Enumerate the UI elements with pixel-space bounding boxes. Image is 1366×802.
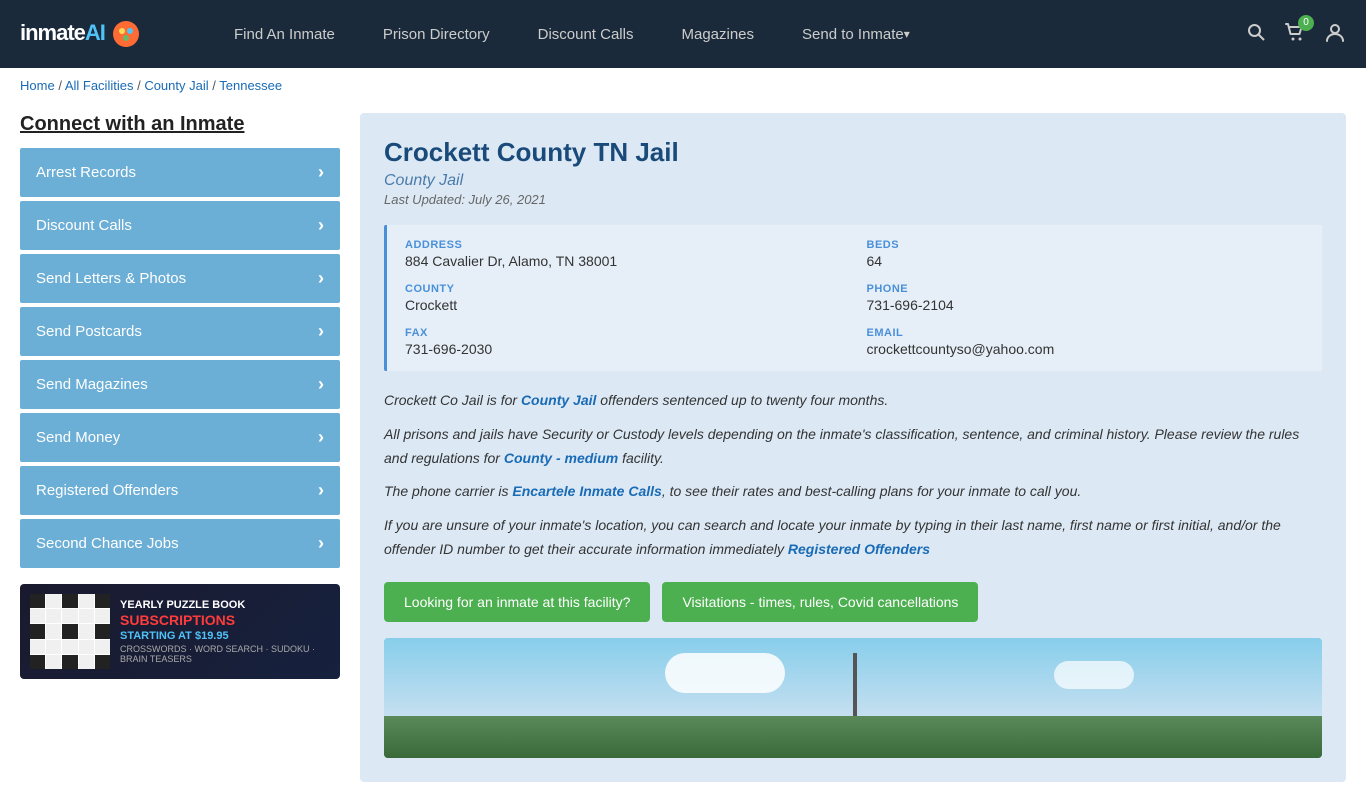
info-phone: PHONE 731-696-2104 bbox=[867, 283, 1309, 313]
nav-discount-calls[interactable]: Discount Calls bbox=[514, 0, 658, 68]
logo-ai-text: AI bbox=[85, 20, 105, 45]
facility-content: Crockett County TN Jail County Jail Last… bbox=[360, 113, 1346, 782]
ad-line3: STARTING AT $19.95 bbox=[120, 630, 330, 642]
ad-puzzle-image bbox=[30, 594, 110, 669]
sidebar-item-second-chance-jobs[interactable]: Second Chance Jobs › bbox=[20, 519, 340, 568]
sidebar-arrow-6: › bbox=[318, 480, 324, 501]
address-value: 884 Cavalier Dr, Alamo, TN 38001 bbox=[405, 253, 847, 269]
facility-updated: Last Updated: July 26, 2021 bbox=[384, 192, 1322, 207]
sidebar-title: Connect with an Inmate bbox=[20, 113, 340, 136]
link-encartele[interactable]: Encartele Inmate Calls bbox=[512, 483, 661, 499]
logo-inmate-text: inmate bbox=[20, 20, 85, 45]
logo-icon bbox=[112, 20, 140, 48]
cart-badge: 0 bbox=[1298, 15, 1314, 31]
address-label: ADDRESS bbox=[405, 239, 847, 251]
sidebar-arrow-1: › bbox=[318, 215, 324, 236]
sidebar-item-send-money[interactable]: Send Money › bbox=[20, 413, 340, 462]
photo-sky bbox=[384, 638, 1322, 716]
nav-send-to-inmate[interactable]: Send to Inmate bbox=[778, 0, 934, 68]
sidebar-arrow-0: › bbox=[318, 162, 324, 183]
info-grid: ADDRESS 884 Cavalier Dr, Alamo, TN 38001… bbox=[405, 239, 1308, 357]
info-section: ADDRESS 884 Cavalier Dr, Alamo, TN 38001… bbox=[384, 225, 1322, 371]
looking-for-inmate-button[interactable]: Looking for an inmate at this facility? bbox=[384, 582, 650, 622]
sidebar-arrow-7: › bbox=[318, 533, 324, 554]
desc-4: If you are unsure of your inmate's locat… bbox=[384, 514, 1322, 562]
sidebar-item-discount-calls[interactable]: Discount Calls › bbox=[20, 201, 340, 250]
desc-3: The phone carrier is Encartele Inmate Ca… bbox=[384, 480, 1322, 504]
link-county-medium[interactable]: County - medium bbox=[504, 450, 618, 466]
cloud-1 bbox=[665, 653, 785, 693]
main-nav: Find An Inmate Prison Directory Discount… bbox=[210, 0, 1216, 68]
beds-label: BEDS bbox=[867, 239, 1309, 251]
info-address: ADDRESS 884 Cavalier Dr, Alamo, TN 38001 bbox=[405, 239, 847, 269]
user-icon[interactable] bbox=[1324, 21, 1346, 48]
sidebar-arrow-5: › bbox=[318, 427, 324, 448]
info-county: COUNTY Crockett bbox=[405, 283, 847, 313]
desc-1: Crockett Co Jail is for County Jail offe… bbox=[384, 389, 1322, 413]
beds-value: 64 bbox=[867, 253, 1309, 269]
ad-text: YEARLY PUZZLE BOOK SUBSCRIPTIONS STARTIN… bbox=[120, 599, 330, 664]
cloud-2 bbox=[1054, 661, 1134, 689]
phone-label: PHONE bbox=[867, 283, 1309, 295]
link-county-jail[interactable]: County Jail bbox=[521, 392, 596, 408]
action-buttons: Looking for an inmate at this facility? … bbox=[384, 582, 1322, 622]
info-fax: FAX 731-696-2030 bbox=[405, 327, 847, 357]
fax-label: FAX bbox=[405, 327, 847, 339]
sidebar-item-registered-offenders[interactable]: Registered Offenders › bbox=[20, 466, 340, 515]
ad-line2: SUBSCRIPTIONS bbox=[120, 613, 330, 628]
county-value: Crockett bbox=[405, 297, 847, 313]
link-registered-offenders[interactable]: Registered Offenders bbox=[788, 541, 930, 557]
cart-icon[interactable]: 0 bbox=[1284, 21, 1306, 48]
email-value: crockettcountyso@yahoo.com bbox=[867, 341, 1309, 357]
facility-title: Crockett County TN Jail bbox=[384, 137, 1322, 168]
sidebar-item-send-postcards[interactable]: Send Postcards › bbox=[20, 307, 340, 356]
sidebar-item-arrest-records[interactable]: Arrest Records › bbox=[20, 148, 340, 197]
email-label: EMAIL bbox=[867, 327, 1309, 339]
sidebar: Connect with an Inmate Arrest Records › … bbox=[20, 113, 340, 782]
nav-prison-directory[interactable]: Prison Directory bbox=[359, 0, 514, 68]
sidebar-item-send-magazines[interactable]: Send Magazines › bbox=[20, 360, 340, 409]
info-beds: BEDS 64 bbox=[867, 239, 1309, 269]
ad-line4: CROSSWORDS · WORD SEARCH · SUDOKU · BRAI… bbox=[120, 644, 330, 664]
search-icon[interactable] bbox=[1246, 22, 1266, 47]
main-container: Connect with an Inmate Arrest Records › … bbox=[0, 103, 1366, 802]
info-email: EMAIL crockettcountyso@yahoo.com bbox=[867, 327, 1309, 357]
facility-subtitle: County Jail bbox=[384, 172, 1322, 190]
nav-magazines[interactable]: Magazines bbox=[657, 0, 778, 68]
logo[interactable]: inmateAI bbox=[20, 20, 180, 48]
header-icons: 0 bbox=[1246, 21, 1346, 48]
photo-ground bbox=[384, 716, 1322, 758]
sidebar-arrow-3: › bbox=[318, 321, 324, 342]
phone-value: 731-696-2104 bbox=[867, 297, 1309, 313]
sidebar-ad[interactable]: YEARLY PUZZLE BOOK SUBSCRIPTIONS STARTIN… bbox=[20, 584, 340, 679]
facility-photo bbox=[384, 638, 1322, 758]
breadcrumb-county-jail[interactable]: County Jail bbox=[144, 78, 208, 93]
visitations-button[interactable]: Visitations - times, rules, Covid cancel… bbox=[662, 582, 978, 622]
desc-2: All prisons and jails have Security or C… bbox=[384, 423, 1322, 471]
breadcrumb: Home / All Facilities / County Jail / Te… bbox=[0, 68, 1366, 103]
sidebar-arrow-4: › bbox=[318, 374, 324, 395]
breadcrumb-all-facilities[interactable]: All Facilities bbox=[65, 78, 134, 93]
fax-value: 731-696-2030 bbox=[405, 341, 847, 357]
sidebar-arrow-2: › bbox=[318, 268, 324, 289]
sidebar-menu: Arrest Records › Discount Calls › Send L… bbox=[20, 148, 340, 568]
breadcrumb-state[interactable]: Tennessee bbox=[219, 78, 282, 93]
ad-line1: YEARLY PUZZLE BOOK bbox=[120, 599, 330, 611]
site-header: inmateAI Find An Inmate Prison Directory… bbox=[0, 0, 1366, 68]
county-label: COUNTY bbox=[405, 283, 847, 295]
nav-find-inmate[interactable]: Find An Inmate bbox=[210, 0, 359, 68]
breadcrumb-home[interactable]: Home bbox=[20, 78, 55, 93]
sidebar-item-send-letters[interactable]: Send Letters & Photos › bbox=[20, 254, 340, 303]
